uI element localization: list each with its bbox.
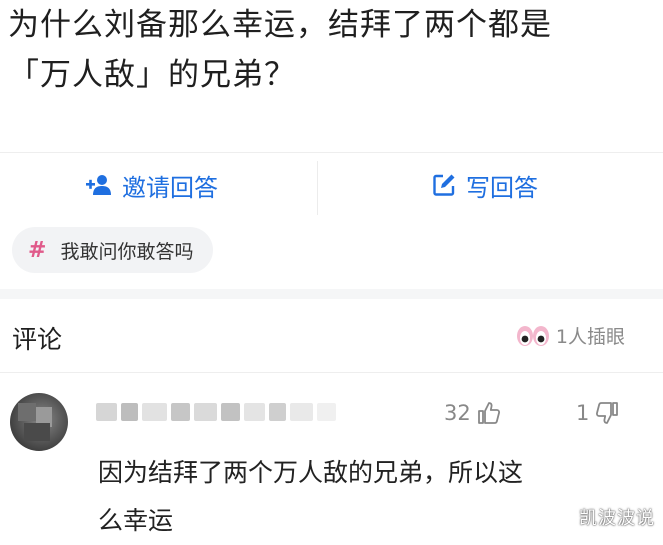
write-answer-button[interactable]: 写回答 [432, 153, 538, 217]
question-title: 为什么刘备那么幸运，结拜了两个都是 「万人敌」的兄弟？ [8, 0, 648, 100]
action-divider [317, 161, 318, 215]
edit-icon [432, 173, 456, 197]
invite-answer-label: 邀请回答 [122, 173, 218, 202]
onlookers-count[interactable]: 1人插眼 [516, 322, 625, 349]
comment-text-line-2: 么幸运 [98, 506, 174, 535]
topic-tag[interactable]: # 我敢问你敢答吗 [12, 227, 214, 273]
comments-header: 评论 1人插眼 [0, 300, 663, 373]
section-divider [0, 289, 663, 299]
onlookers-label: 1人插眼 [555, 326, 625, 348]
eyes-icon [516, 324, 550, 348]
answer-action-bar: 邀请回答 写回答 [0, 152, 663, 217]
dislike-button[interactable]: 1 [576, 401, 619, 425]
watermark: 凯波波说 [579, 508, 655, 529]
like-count: 32 [444, 401, 471, 425]
like-button[interactable]: 32 [444, 401, 501, 425]
thumbs-down-icon [595, 401, 619, 425]
username-blurred[interactable] [96, 401, 336, 423]
thumbs-up-icon [477, 401, 501, 425]
comment-text-line-1: 因为结拜了两个万人敌的兄弟，所以这 [98, 458, 524, 487]
hashtag-icon: # [28, 237, 47, 263]
comments-title: 评论 [12, 325, 63, 354]
avatar[interactable] [10, 393, 68, 451]
add-person-icon [86, 174, 112, 196]
topic-tag-label: 我敢问你敢答吗 [60, 240, 194, 263]
question-title-line-1: 为什么刘备那么幸运，结拜了两个都是 [8, 7, 552, 43]
write-answer-label: 写回答 [466, 173, 538, 202]
dislike-count: 1 [576, 401, 590, 425]
comment-item: 32 1 因为结拜了两个万人敌的兄弟，所以这 么幸运 [0, 373, 663, 540]
question-title-line-2: 「万人敌」的兄弟？ [8, 57, 296, 93]
invite-answer-button[interactable]: 邀请回答 [86, 153, 218, 217]
comment-text: 因为结拜了两个万人敌的兄弟，所以这 么幸运 [98, 449, 618, 545]
